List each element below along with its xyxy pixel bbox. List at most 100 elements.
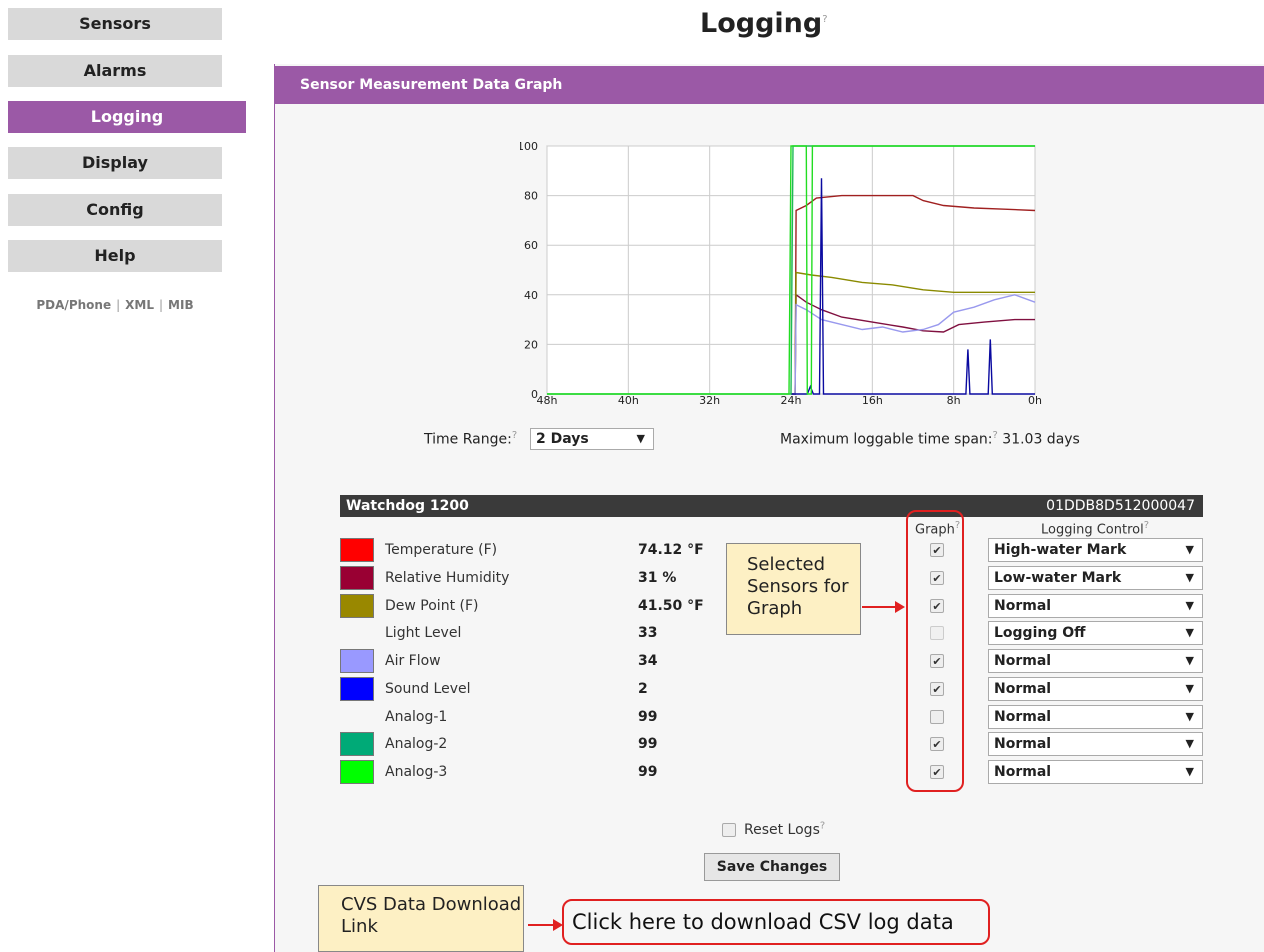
graph-callout-text: Selected Sensors for Graph (747, 554, 849, 619)
max-span-value: 31.03 days (1002, 431, 1080, 448)
logging-control-select[interactable]: Normal ▼ (988, 732, 1203, 757)
nav-sensors[interactable]: Sensors (8, 8, 222, 40)
help-icon[interactable]: ? (512, 430, 517, 441)
max-loggable-span: Maximum loggable time span:? 31.03 days (780, 430, 1080, 448)
x-tick-label: 40h (618, 394, 639, 407)
logging-control-header: Logging Control? (1041, 520, 1149, 537)
help-icon[interactable]: ? (1144, 520, 1149, 531)
panel-header: Sensor Measurement Data Graph (274, 66, 1264, 104)
graph-callout: Selected Sensors for Graph (726, 543, 861, 635)
graph-column-highlight (906, 510, 964, 792)
sensor-label: Dew Point (F) (385, 597, 479, 614)
y-tick-label: 80 (524, 190, 538, 203)
dropdown-arrow-icon: ▼ (1185, 654, 1194, 667)
sensor-label: Analog-1 (385, 708, 448, 725)
nav-logging[interactable]: Logging (8, 101, 246, 133)
logging-control-value: Low-water Mark (994, 569, 1122, 586)
page-title-text: Logging (700, 8, 823, 39)
logging-control-value: Normal (994, 764, 1052, 780)
sensor-value: 99 (638, 736, 658, 753)
device-name: Watchdog 1200 (346, 498, 469, 514)
sensor-label: Sound Level (385, 680, 471, 697)
y-tick-label: 0 (531, 388, 538, 401)
dropdown-arrow-icon: ▼ (1185, 737, 1194, 751)
dropdown-arrow-icon: ▼ (1185, 626, 1194, 640)
arrow-head-icon (895, 601, 905, 613)
callout-arrow (528, 924, 554, 926)
color-swatch (340, 565, 374, 590)
sensor-value: 2 (638, 680, 648, 697)
panel-title: Sensor Measurement Data Graph (300, 77, 563, 93)
nav-alarms[interactable]: Alarms (8, 55, 222, 87)
sub-links: PDA/Phone | XML | MIB (8, 298, 222, 312)
sensor-label: Analog-2 (385, 736, 448, 753)
link-pda-phone[interactable]: PDA/Phone (36, 298, 111, 312)
dropdown-arrow-icon: ▼ (636, 432, 645, 445)
logging-control-value: Normal (994, 708, 1052, 725)
time-range-select[interactable]: 2 Days ▼ (530, 428, 654, 450)
help-icon[interactable]: ? (820, 820, 825, 831)
logging-control-value: Normal (994, 597, 1052, 614)
logging-control-select[interactable]: Normal ▼ (988, 704, 1203, 729)
csv-callout: CVS Data Download Link (318, 885, 524, 952)
dropdown-arrow-icon: ▼ (1185, 765, 1194, 778)
nav-config[interactable]: Config (8, 194, 222, 226)
x-tick-label: 0h (1028, 394, 1042, 407)
sensor-row: Air Flow 34 ✔ Normal ▼ (340, 649, 1203, 675)
sensor-value: 33 (638, 625, 658, 642)
csv-callout-text: CVS Data Download Link (341, 894, 522, 937)
separator: | (116, 298, 121, 312)
logging-control-select[interactable]: Logging Off ▼ (988, 621, 1203, 646)
color-swatch (340, 732, 374, 757)
help-icon[interactable]: ? (993, 430, 998, 441)
color-swatch (340, 538, 374, 562)
callout-arrow (862, 606, 896, 608)
link-mib[interactable]: MIB (168, 298, 194, 312)
time-range-label: Time Range:? (424, 430, 517, 448)
logging-control-select[interactable]: Low-water Mark ▼ (988, 565, 1203, 590)
sensor-label: Air Flow (385, 653, 441, 669)
color-swatch (340, 649, 374, 673)
reset-logs-checkbox[interactable] (722, 823, 736, 837)
y-tick-label: 20 (524, 338, 538, 351)
sensor-row: Analog-2 99 ✔ Normal ▼ (340, 732, 1203, 758)
link-xml[interactable]: XML (125, 298, 154, 312)
nav-display[interactable]: Display (8, 147, 222, 179)
y-tick-label: 100 (520, 140, 538, 153)
logging-header-text: Logging Control (1041, 522, 1144, 538)
reset-logs: Reset Logs? (722, 820, 825, 838)
sensor-graph: 48h 40h 32h 24h 16h 8h 0h 0 20 40 60 80 100 (520, 140, 1042, 407)
logging-control-select[interactable]: Normal ▼ (988, 649, 1203, 673)
help-icon[interactable]: ? (822, 14, 827, 25)
sensor-value: 34 (638, 653, 658, 669)
logging-control-value: Logging Off (994, 625, 1086, 642)
logging-control-value: Normal (994, 653, 1052, 669)
logging-control-select[interactable]: High-water Mark ▼ (988, 538, 1203, 562)
y-tick-label: 60 (524, 239, 538, 252)
logging-control-select[interactable]: Normal ▼ (988, 593, 1203, 618)
download-csv-link[interactable]: Click here to download CSV log data (572, 910, 954, 934)
nav-help[interactable]: Help (8, 240, 222, 272)
color-swatch (340, 760, 374, 784)
x-tick-label: 24h (781, 394, 802, 407)
device-serial: 01DDB8D512000047 (1046, 498, 1195, 514)
device-header: Watchdog 1200 01DDB8D512000047 (340, 495, 1203, 517)
logging-control-select[interactable]: Normal ▼ (988, 676, 1203, 701)
time-range-label-text: Time Range: (424, 431, 512, 448)
x-tick-label: 48h (537, 394, 558, 407)
color-swatch (340, 676, 374, 701)
sensor-value: 31 % (638, 569, 677, 586)
sensor-value: 41.50 °F (638, 597, 704, 614)
sensor-value: 74.12 °F (638, 542, 704, 558)
save-changes-button[interactable]: Save Changes (704, 853, 840, 881)
logging-control-value: High-water Mark (994, 542, 1127, 558)
max-span-label: Maximum loggable time span: (780, 431, 993, 448)
sensor-row: Analog-3 99 ✔ Normal ▼ (340, 760, 1203, 786)
sensor-row: Sound Level 2 ✔ Normal ▼ (340, 676, 1203, 703)
y-tick-label: 40 (524, 289, 538, 302)
logging-control-select[interactable]: Normal ▼ (988, 760, 1203, 784)
dropdown-arrow-icon: ▼ (1185, 709, 1194, 723)
sensor-row: Analog-199✔Normal▼ (340, 704, 1203, 731)
sensor-label: Light Level (385, 625, 462, 642)
sensor-label: Relative Humidity (385, 569, 510, 586)
